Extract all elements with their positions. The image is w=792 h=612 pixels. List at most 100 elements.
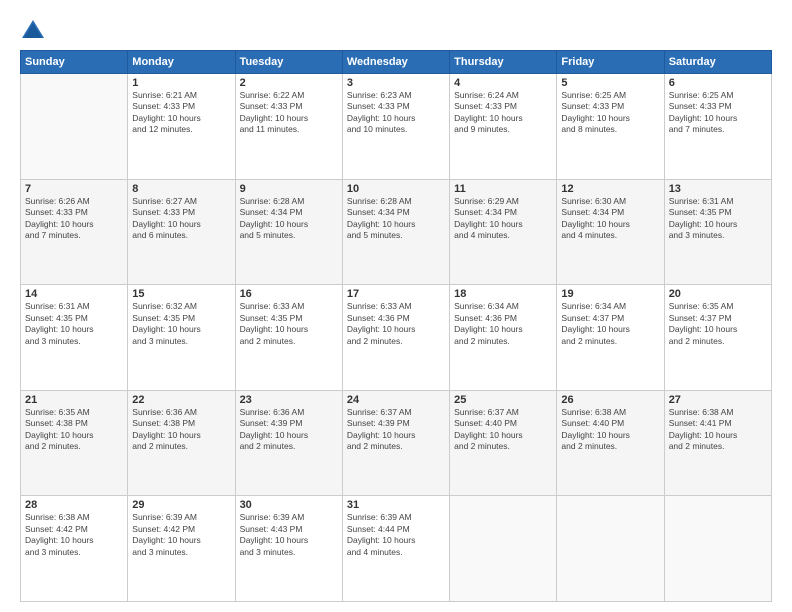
day-info: Sunrise: 6:31 AM Sunset: 4:35 PM Dayligh… [25, 301, 123, 347]
calendar-cell: 28Sunrise: 6:38 AM Sunset: 4:42 PM Dayli… [21, 496, 128, 602]
day-info: Sunrise: 6:29 AM Sunset: 4:34 PM Dayligh… [454, 196, 552, 242]
calendar-cell [450, 496, 557, 602]
day-info: Sunrise: 6:28 AM Sunset: 4:34 PM Dayligh… [347, 196, 445, 242]
day-info: Sunrise: 6:31 AM Sunset: 4:35 PM Dayligh… [669, 196, 767, 242]
day-number: 9 [240, 183, 338, 195]
calendar-cell [557, 496, 664, 602]
day-info: Sunrise: 6:39 AM Sunset: 4:42 PM Dayligh… [132, 512, 230, 558]
calendar-cell: 8Sunrise: 6:27 AM Sunset: 4:33 PM Daylig… [128, 179, 235, 285]
day-number: 2 [240, 77, 338, 89]
calendar-cell: 5Sunrise: 6:25 AM Sunset: 4:33 PM Daylig… [557, 74, 664, 180]
calendar-cell: 21Sunrise: 6:35 AM Sunset: 4:38 PM Dayli… [21, 390, 128, 496]
calendar-cell: 24Sunrise: 6:37 AM Sunset: 4:39 PM Dayli… [342, 390, 449, 496]
day-number: 12 [561, 183, 659, 195]
day-info: Sunrise: 6:38 AM Sunset: 4:41 PM Dayligh… [669, 407, 767, 453]
day-number: 6 [669, 77, 767, 89]
day-info: Sunrise: 6:37 AM Sunset: 4:39 PM Dayligh… [347, 407, 445, 453]
day-info: Sunrise: 6:35 AM Sunset: 4:37 PM Dayligh… [669, 301, 767, 347]
calendar-cell: 11Sunrise: 6:29 AM Sunset: 4:34 PM Dayli… [450, 179, 557, 285]
calendar-cell: 23Sunrise: 6:36 AM Sunset: 4:39 PM Dayli… [235, 390, 342, 496]
day-number: 21 [25, 394, 123, 406]
day-number: 11 [454, 183, 552, 195]
day-info: Sunrise: 6:32 AM Sunset: 4:35 PM Dayligh… [132, 301, 230, 347]
calendar-cell: 20Sunrise: 6:35 AM Sunset: 4:37 PM Dayli… [664, 285, 771, 391]
day-number: 19 [561, 288, 659, 300]
day-number: 15 [132, 288, 230, 300]
day-info: Sunrise: 6:39 AM Sunset: 4:44 PM Dayligh… [347, 512, 445, 558]
day-number: 5 [561, 77, 659, 89]
calendar-header-monday: Monday [128, 51, 235, 74]
calendar-week-row: 21Sunrise: 6:35 AM Sunset: 4:38 PM Dayli… [21, 390, 772, 496]
calendar-cell: 25Sunrise: 6:37 AM Sunset: 4:40 PM Dayli… [450, 390, 557, 496]
day-info: Sunrise: 6:35 AM Sunset: 4:38 PM Dayligh… [25, 407, 123, 453]
day-number: 13 [669, 183, 767, 195]
day-number: 8 [132, 183, 230, 195]
day-info: Sunrise: 6:28 AM Sunset: 4:34 PM Dayligh… [240, 196, 338, 242]
calendar-cell: 22Sunrise: 6:36 AM Sunset: 4:38 PM Dayli… [128, 390, 235, 496]
day-number: 1 [132, 77, 230, 89]
day-number: 7 [25, 183, 123, 195]
calendar-cell: 27Sunrise: 6:38 AM Sunset: 4:41 PM Dayli… [664, 390, 771, 496]
day-info: Sunrise: 6:21 AM Sunset: 4:33 PM Dayligh… [132, 90, 230, 136]
calendar-cell: 16Sunrise: 6:33 AM Sunset: 4:35 PM Dayli… [235, 285, 342, 391]
calendar-cell: 4Sunrise: 6:24 AM Sunset: 4:33 PM Daylig… [450, 74, 557, 180]
day-number: 31 [347, 499, 445, 511]
calendar-cell: 18Sunrise: 6:34 AM Sunset: 4:36 PM Dayli… [450, 285, 557, 391]
calendar-cell: 13Sunrise: 6:31 AM Sunset: 4:35 PM Dayli… [664, 179, 771, 285]
calendar-header-friday: Friday [557, 51, 664, 74]
page: SundayMondayTuesdayWednesdayThursdayFrid… [0, 0, 792, 612]
calendar-cell: 3Sunrise: 6:23 AM Sunset: 4:33 PM Daylig… [342, 74, 449, 180]
calendar-header-wednesday: Wednesday [342, 51, 449, 74]
day-info: Sunrise: 6:33 AM Sunset: 4:36 PM Dayligh… [347, 301, 445, 347]
calendar-header-sunday: Sunday [21, 51, 128, 74]
day-number: 14 [25, 288, 123, 300]
day-info: Sunrise: 6:22 AM Sunset: 4:33 PM Dayligh… [240, 90, 338, 136]
calendar-cell: 2Sunrise: 6:22 AM Sunset: 4:33 PM Daylig… [235, 74, 342, 180]
calendar-cell: 19Sunrise: 6:34 AM Sunset: 4:37 PM Dayli… [557, 285, 664, 391]
calendar-cell: 10Sunrise: 6:28 AM Sunset: 4:34 PM Dayli… [342, 179, 449, 285]
calendar-cell: 1Sunrise: 6:21 AM Sunset: 4:33 PM Daylig… [128, 74, 235, 180]
day-number: 29 [132, 499, 230, 511]
day-info: Sunrise: 6:30 AM Sunset: 4:34 PM Dayligh… [561, 196, 659, 242]
logo [20, 18, 46, 40]
logo-icon [20, 18, 46, 44]
day-info: Sunrise: 6:34 AM Sunset: 4:37 PM Dayligh… [561, 301, 659, 347]
calendar-cell: 14Sunrise: 6:31 AM Sunset: 4:35 PM Dayli… [21, 285, 128, 391]
calendar-table: SundayMondayTuesdayWednesdayThursdayFrid… [20, 50, 772, 602]
day-info: Sunrise: 6:26 AM Sunset: 4:33 PM Dayligh… [25, 196, 123, 242]
calendar-week-row: 1Sunrise: 6:21 AM Sunset: 4:33 PM Daylig… [21, 74, 772, 180]
day-info: Sunrise: 6:37 AM Sunset: 4:40 PM Dayligh… [454, 407, 552, 453]
day-info: Sunrise: 6:25 AM Sunset: 4:33 PM Dayligh… [561, 90, 659, 136]
day-info: Sunrise: 6:25 AM Sunset: 4:33 PM Dayligh… [669, 90, 767, 136]
calendar-cell: 6Sunrise: 6:25 AM Sunset: 4:33 PM Daylig… [664, 74, 771, 180]
day-number: 25 [454, 394, 552, 406]
calendar-cell: 31Sunrise: 6:39 AM Sunset: 4:44 PM Dayli… [342, 496, 449, 602]
calendar-header-saturday: Saturday [664, 51, 771, 74]
day-number: 27 [669, 394, 767, 406]
header [20, 18, 772, 40]
calendar-header-thursday: Thursday [450, 51, 557, 74]
day-number: 18 [454, 288, 552, 300]
calendar-cell: 12Sunrise: 6:30 AM Sunset: 4:34 PM Dayli… [557, 179, 664, 285]
day-info: Sunrise: 6:36 AM Sunset: 4:39 PM Dayligh… [240, 407, 338, 453]
calendar-cell [21, 74, 128, 180]
calendar-cell: 30Sunrise: 6:39 AM Sunset: 4:43 PM Dayli… [235, 496, 342, 602]
day-number: 3 [347, 77, 445, 89]
day-info: Sunrise: 6:33 AM Sunset: 4:35 PM Dayligh… [240, 301, 338, 347]
calendar-cell: 17Sunrise: 6:33 AM Sunset: 4:36 PM Dayli… [342, 285, 449, 391]
day-number: 22 [132, 394, 230, 406]
calendar-cell: 9Sunrise: 6:28 AM Sunset: 4:34 PM Daylig… [235, 179, 342, 285]
day-number: 10 [347, 183, 445, 195]
day-number: 30 [240, 499, 338, 511]
day-number: 20 [669, 288, 767, 300]
day-number: 24 [347, 394, 445, 406]
day-number: 26 [561, 394, 659, 406]
calendar-header-tuesday: Tuesday [235, 51, 342, 74]
calendar-cell: 7Sunrise: 6:26 AM Sunset: 4:33 PM Daylig… [21, 179, 128, 285]
calendar-header-row: SundayMondayTuesdayWednesdayThursdayFrid… [21, 51, 772, 74]
day-info: Sunrise: 6:38 AM Sunset: 4:40 PM Dayligh… [561, 407, 659, 453]
day-number: 4 [454, 77, 552, 89]
calendar-cell: 29Sunrise: 6:39 AM Sunset: 4:42 PM Dayli… [128, 496, 235, 602]
day-number: 16 [240, 288, 338, 300]
day-number: 23 [240, 394, 338, 406]
